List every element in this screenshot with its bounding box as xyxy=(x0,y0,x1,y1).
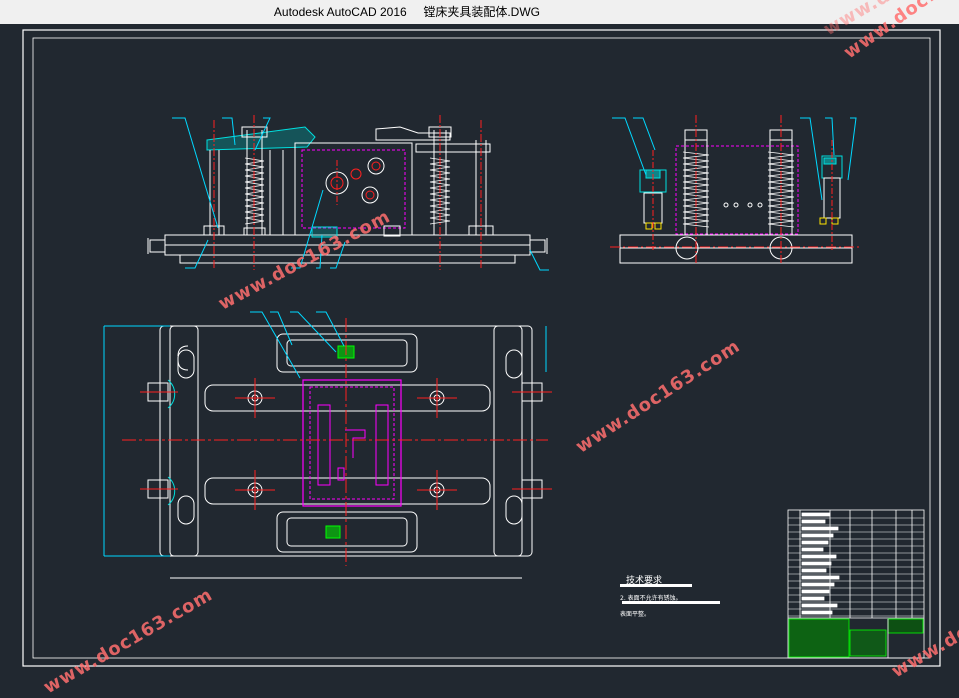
title-block-cell-mark xyxy=(801,610,833,615)
title-block-cell-mark xyxy=(801,596,825,601)
title-block-cell-mark xyxy=(801,512,831,517)
drawing-svg[interactable] xyxy=(0,24,959,682)
left-clamp-arm xyxy=(206,126,316,151)
title-block xyxy=(787,509,925,659)
window-title: Autodesk AutoCAD 2016 镗床夹具装配体.DWG xyxy=(273,5,540,19)
title-block-cell-mark xyxy=(801,561,832,566)
title-block-cell-mark xyxy=(801,526,839,531)
title-block-cell-mark xyxy=(801,568,827,573)
drawing-canvas[interactable]: 技术要求 2. 表面不允许有锈蚀。 表面平整。 www.doc163.com w… xyxy=(0,0,959,698)
title-block-cell-mark xyxy=(801,582,835,587)
title-block-cell-mark xyxy=(801,603,838,608)
tech-note-1: 2. 表面不允许有锈蚀。 xyxy=(620,595,682,602)
tech-requirements-title: 技术要求 xyxy=(626,576,663,586)
title-block-cell-mark xyxy=(801,575,840,580)
top-view xyxy=(103,311,552,579)
side-view xyxy=(610,115,860,265)
title-bar: Autodesk AutoCAD 2016 镗床夹具装配体.DWG xyxy=(0,0,959,24)
title-block-cell-mark xyxy=(801,519,826,524)
side-base xyxy=(619,234,853,264)
title-block-cell-mark xyxy=(801,589,830,594)
title-block-cell-mark xyxy=(801,540,829,545)
tech-note-2: 表面平整。 xyxy=(620,611,651,618)
title-block-cell-mark xyxy=(801,554,837,559)
title-block-cell-mark xyxy=(801,547,824,552)
front-base-lower xyxy=(179,254,516,264)
title-block-cell-mark xyxy=(801,533,834,538)
autocad-window: Autodesk AutoCAD 2016 镗床夹具装配体.DWG 技术要求 2… xyxy=(0,0,959,698)
